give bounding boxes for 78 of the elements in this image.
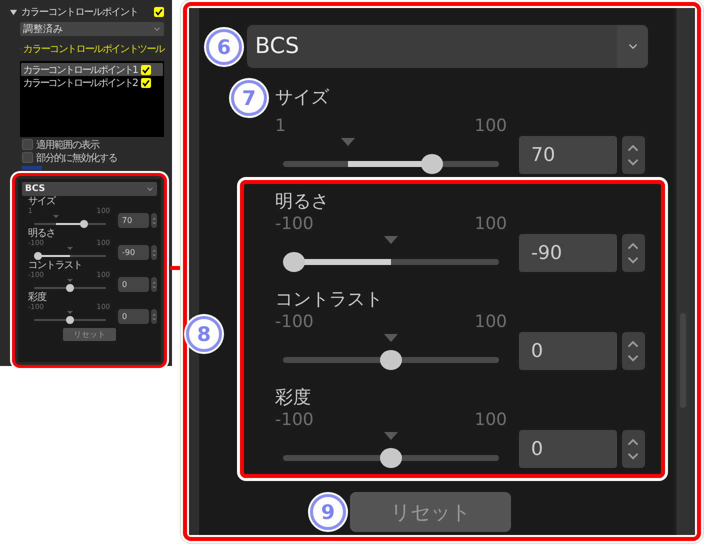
slider-track[interactable]	[283, 252, 499, 272]
caret-icon	[626, 42, 638, 50]
value-field[interactable]: -90	[118, 245, 149, 260]
slider-thumb[interactable]	[80, 220, 88, 228]
slider-track[interactable]	[34, 316, 106, 324]
slider-label: 明るさ	[275, 190, 329, 214]
slider-thumb[interactable]	[380, 448, 402, 468]
tool-link[interactable]: カラーコントロールポイントツール	[23, 42, 164, 56]
default-marker-icon	[340, 138, 355, 146]
value-field[interactable]: -90	[519, 234, 617, 272]
spinner-button[interactable]	[622, 136, 645, 174]
slider-label: 彩度	[28, 292, 46, 303]
value-field[interactable]: 0	[118, 309, 149, 324]
option-checkbox[interactable]	[22, 152, 33, 163]
spinner-button[interactable]	[622, 430, 645, 468]
slider-thumb[interactable]	[421, 154, 444, 174]
slider-label: サイズ	[28, 196, 55, 207]
range-max-label: 100	[474, 214, 507, 234]
default-marker-icon	[384, 334, 398, 342]
range-max-label: 100	[474, 312, 507, 332]
slider-track[interactable]	[283, 154, 499, 174]
default-marker-icon	[67, 247, 73, 250]
caret-icon	[146, 186, 154, 192]
slider-track[interactable]	[283, 350, 499, 370]
option-label: 適用範囲の表示	[36, 138, 99, 152]
spinner-button[interactable]	[150, 309, 157, 324]
slider-label: サイズ	[275, 86, 329, 110]
status-dropdown[interactable]: 調整済み	[20, 22, 164, 36]
callout-number: 7	[231, 80, 267, 116]
slider-thumb[interactable]	[34, 252, 42, 260]
spinner-button[interactable]	[622, 332, 645, 370]
range-min-label: 1	[275, 116, 286, 136]
slider-thumb[interactable]	[66, 316, 74, 324]
color-swatch[interactable]	[22, 166, 42, 170]
slider-thumb[interactable]	[380, 350, 402, 370]
point-checkbox[interactable]	[140, 64, 151, 74]
default-marker-icon	[384, 236, 398, 244]
slider-label: コントラスト	[275, 288, 383, 312]
default-marker-icon	[384, 432, 398, 440]
slider-label: 彩度	[275, 386, 311, 410]
value-field[interactable]: 70	[118, 213, 149, 228]
point-item[interactable]: カラーコントロールポイント2	[21, 76, 163, 89]
slider-track[interactable]	[34, 220, 106, 228]
callout-number: 9	[310, 494, 346, 530]
slider-label: 明るさ	[28, 228, 55, 239]
caret-icon	[153, 26, 161, 32]
slider-thumb[interactable]	[66, 284, 74, 292]
callout-number: 6	[206, 28, 242, 64]
mode-dropdown[interactable]: BCS	[22, 182, 157, 196]
range-max-label: 100	[474, 116, 507, 136]
option-label: 部分的に無効化する	[36, 152, 117, 164]
value-field[interactable]: 70	[519, 136, 617, 174]
spinner-button[interactable]	[150, 245, 157, 260]
value-field[interactable]: 0	[118, 277, 149, 292]
range-min-label: -100	[275, 410, 314, 430]
default-marker-icon	[52, 215, 59, 218]
slider-track[interactable]	[283, 448, 499, 468]
value-field[interactable]: 0	[519, 430, 617, 468]
callout-number: 8	[186, 316, 222, 352]
spinner-button[interactable]	[150, 213, 157, 228]
value-field[interactable]: 0	[519, 332, 617, 370]
section-checkbox[interactable]	[154, 7, 164, 17]
range-max-label: 100	[474, 410, 507, 430]
slider-track[interactable]	[34, 284, 106, 292]
mode-dropdown[interactable]: BCS	[247, 25, 648, 68]
option-checkbox[interactable]	[22, 139, 33, 150]
point-checkbox[interactable]	[140, 78, 151, 88]
scrollbar[interactable]	[675, 8, 695, 535]
section-title: カラーコントロールポイント	[21, 6, 139, 19]
slider-track[interactable]	[34, 252, 106, 260]
spinner-button[interactable]	[150, 277, 157, 292]
slider-thumb[interactable]	[282, 252, 305, 272]
spinner-button[interactable]	[622, 234, 645, 272]
range-min-label: -100	[275, 214, 314, 234]
range-min-label: -100	[275, 312, 314, 332]
expand-triangle-icon[interactable]	[10, 8, 17, 16]
slider-label: コントラスト	[28, 260, 82, 271]
point-item[interactable]: カラーコントロールポイント1	[21, 63, 163, 76]
